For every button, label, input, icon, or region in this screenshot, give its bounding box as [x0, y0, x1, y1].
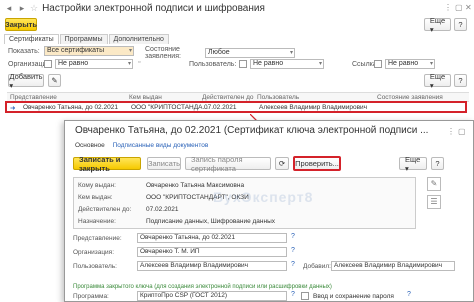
issued-to-label: Кому выдан:	[78, 182, 116, 189]
added-by-field[interactable]: Алексеев Владимир Владимирович	[331, 261, 455, 271]
col-valid-until[interactable]: Действителен до	[202, 94, 253, 101]
user-condition-select[interactable]: Не равно ▾	[250, 59, 324, 69]
program-help-icon[interactable]: ?	[291, 291, 295, 298]
certificate-info: Кому выдан: Овчаренко Татьяна Максимовна…	[73, 177, 416, 229]
maximize-icon[interactable]: ▢	[455, 3, 463, 12]
row-representation: Овчаренко Татьяна, до 02.2021	[23, 104, 118, 111]
menu-dots-icon[interactable]: ⋮	[444, 3, 452, 12]
user-help-icon[interactable]: ?	[291, 261, 295, 268]
dialog-more-button[interactable]: Еще ▾	[399, 155, 427, 173]
tab-programs[interactable]: Программы	[59, 34, 108, 44]
save-button[interactable]: Записать	[147, 157, 181, 170]
help-button[interactable]: ?	[454, 18, 467, 31]
title-bar: ◂ ▸ ☆ Настройки электронной подписи и ши…	[0, 0, 474, 16]
purpose-value: Подписание данных, Шифрование данных	[146, 218, 276, 225]
save-password-button[interactable]: Запись пароля сертификата	[185, 155, 271, 173]
dialog-maximize-icon[interactable]: ▢	[458, 127, 466, 136]
nav-signed-docs[interactable]: Подписанные виды документов	[113, 142, 209, 149]
user-checkbox[interactable]	[239, 60, 247, 68]
dialog-nav: Основное Подписанные виды документов	[75, 142, 214, 149]
user-label: Пользователь:	[73, 263, 117, 270]
rep-help-icon[interactable]: ?	[291, 233, 295, 240]
row-valid-until: 07.02.2021	[204, 104, 237, 111]
back-icon[interactable]: ◂	[4, 3, 14, 13]
ref-label: Ссылка:	[352, 60, 379, 68]
remember-password-label: Ввод и сохранение пароля	[313, 293, 394, 300]
ref-checkbox[interactable]	[374, 60, 382, 68]
org-condition-select[interactable]: Не равно ▾	[55, 59, 133, 69]
ref-condition-select[interactable]: Не равно ▾	[385, 59, 435, 69]
dialog-menu-dots-icon[interactable]: ⋮	[447, 127, 455, 136]
remember-password-checkbox[interactable]	[301, 292, 309, 300]
close-button[interactable]: Закрыть	[5, 18, 37, 31]
remember-help-icon[interactable]: ?	[407, 291, 411, 298]
tabs: Сертификаты Программы Дополнительно	[4, 34, 170, 44]
tab-additional[interactable]: Дополнительно	[108, 34, 169, 44]
user-label: Пользователь:	[189, 60, 237, 68]
list-help-button[interactable]: ?	[454, 74, 467, 87]
refresh-icon[interactable]: ⟳	[275, 157, 289, 170]
program-label: Программа:	[73, 293, 109, 300]
note-icon[interactable]: ✎	[427, 177, 441, 191]
org-label: Организация:	[73, 249, 115, 256]
org-help-icon[interactable]: ?	[291, 247, 295, 254]
list-more-button[interactable]: Еще ▾	[424, 72, 451, 90]
state-select[interactable]: Любое ▾	[205, 48, 295, 58]
main-toolbar: Закрыть	[5, 18, 37, 31]
dialog-help-button[interactable]: ?	[431, 157, 444, 170]
check-button[interactable]: Проверить...	[293, 156, 341, 171]
issued-by-label: Кем выдан:	[78, 194, 113, 201]
certificate-dialog: Овчаренко Татьяна, до 02.2021 (Сертифика…	[64, 120, 474, 302]
list-icon[interactable]: ☰	[427, 195, 441, 209]
issued-to-value: Овчаренко Татьяна Максимовна	[146, 182, 245, 189]
rep-label: Представление:	[73, 235, 122, 242]
nav-main[interactable]: Основное	[75, 142, 105, 149]
dialog-title: Овчаренко Татьяна, до 02.2021 (Сертифика…	[75, 125, 429, 136]
col-representation[interactable]: Представление	[10, 94, 57, 101]
add-button[interactable]: Добавить ▾	[8, 72, 44, 90]
program-select[interactable]: КриптоПро CSP (ГОСТ 2012)	[137, 291, 287, 301]
col-user[interactable]: Пользователь	[257, 94, 299, 101]
save-close-button[interactable]: Записать и закрыть	[73, 155, 141, 173]
state-label: Состояние заявления:	[145, 46, 181, 60]
forward-icon[interactable]: ▸	[17, 3, 27, 13]
purpose-label: Назначение:	[78, 218, 116, 225]
favorite-star-icon[interactable]: ☆	[30, 3, 38, 14]
tab-certificates[interactable]: Сертификаты	[4, 34, 59, 44]
find-icon[interactable]: ✎	[48, 74, 61, 87]
user-field[interactable]: Алексеев Владимир Владимирович	[137, 261, 287, 271]
added-by-label: Добавил:	[303, 263, 331, 270]
window-title: Настройки электронной подписи и шифрован…	[42, 2, 265, 14]
program-note: Программа закрытого ключа (для создания …	[73, 284, 332, 290]
issued-by-value: ООО "КРИПТОСТАНДАРТ", ОКЗИ	[146, 194, 249, 201]
org-field[interactable]: Овчаренко Т. М. ИП	[137, 247, 287, 257]
close-icon[interactable]: ✕	[465, 3, 472, 12]
show-label: Показать:	[8, 47, 40, 55]
row-arrow-icon: ➜	[10, 105, 16, 112]
row-user: Алексеев Владимир Владимирович	[259, 104, 368, 111]
org-label: Организация:	[8, 60, 53, 68]
show-select[interactable]: Все сертификаты ▾	[44, 46, 134, 56]
valid-until-value: 07.02.2021	[146, 206, 179, 213]
org-checkbox[interactable]	[44, 60, 52, 68]
col-issuer[interactable]: Кем выдан	[129, 94, 162, 101]
more-button[interactable]: Еще ▾	[424, 16, 451, 34]
valid-until-label: Действителен до:	[78, 206, 132, 213]
row-issuer: ООО "КРИПТОСТАНДА...	[131, 104, 208, 111]
table-row[interactable]: ➜ Овчаренко Татьяна, до 02.2021 ООО "КРИ…	[5, 101, 467, 113]
col-state[interactable]: Состояние заявления	[377, 94, 443, 101]
rep-field[interactable]: Овчаренко Татьяна, до 02.2021	[137, 233, 287, 243]
